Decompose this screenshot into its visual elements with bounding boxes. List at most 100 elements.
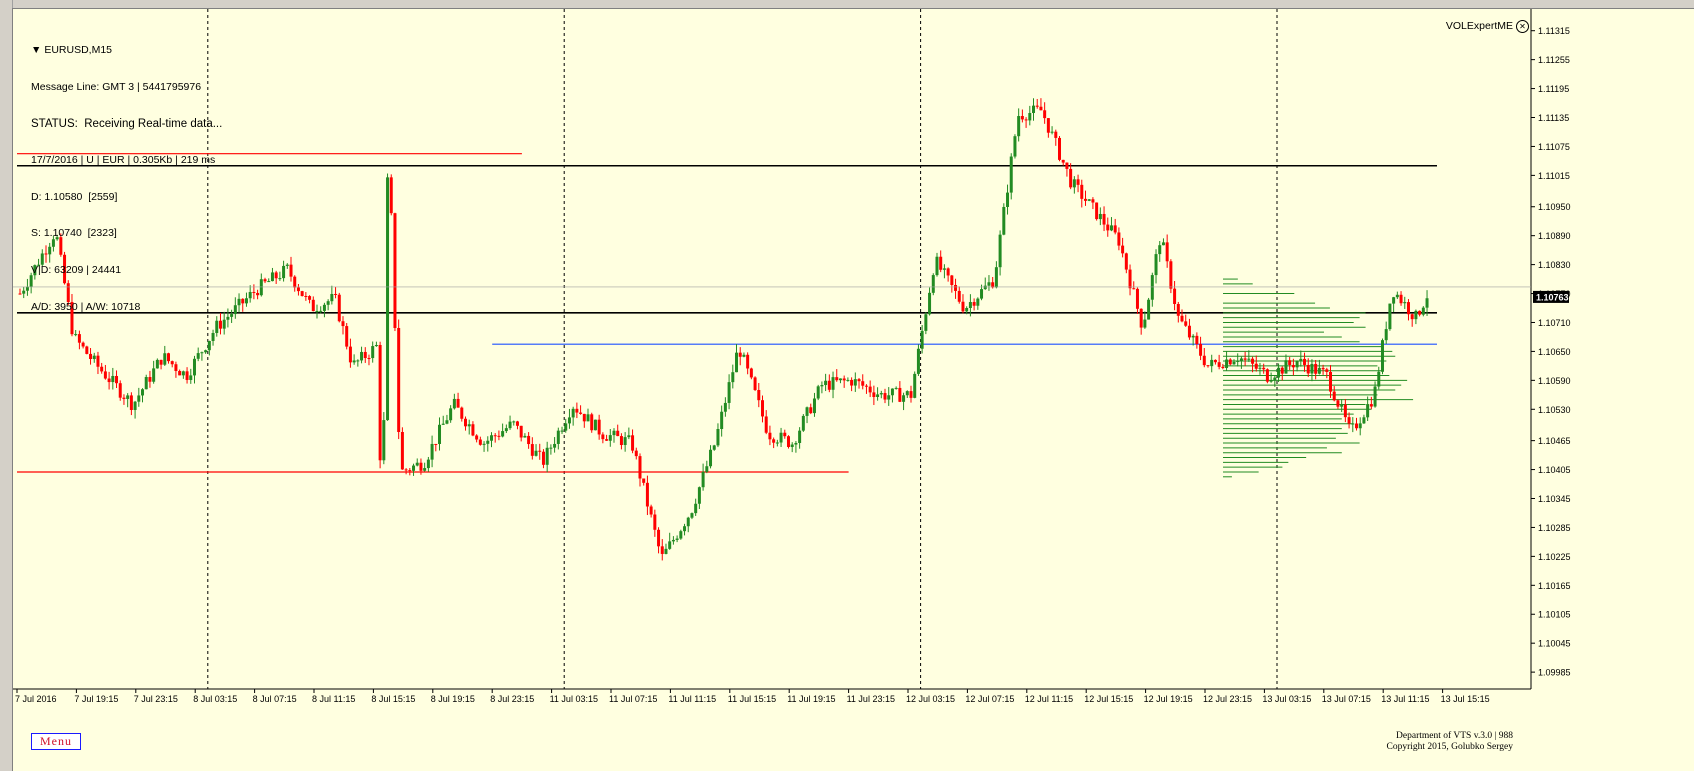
candle-185 xyxy=(705,460,709,474)
candle-294 xyxy=(1109,217,1113,232)
candle-132 xyxy=(508,415,512,430)
candle-body xyxy=(386,177,390,421)
candle-320 xyxy=(1206,365,1210,368)
candle-244 xyxy=(924,312,928,335)
candle-body xyxy=(664,548,668,554)
candle-355 xyxy=(1336,399,1340,410)
candle-211 xyxy=(801,414,805,432)
candle-328 xyxy=(1236,353,1240,367)
candle-332 xyxy=(1251,356,1255,373)
candle-344 xyxy=(1295,360,1299,372)
candle-195 xyxy=(742,352,746,358)
candle-body xyxy=(1414,310,1418,320)
candle-43 xyxy=(178,369,182,376)
candle-body xyxy=(1124,253,1128,270)
candle-body xyxy=(827,380,831,390)
candle-170 xyxy=(649,504,653,518)
candle-body xyxy=(545,447,549,465)
candle-body xyxy=(1083,198,1087,201)
candle-269 xyxy=(1017,108,1021,142)
candle-body xyxy=(820,385,824,387)
candle-body xyxy=(148,377,152,382)
candle-body xyxy=(1195,335,1199,344)
time-tick-label-21: 13 Jul 03:15 xyxy=(1262,694,1311,704)
candle-body xyxy=(1358,423,1362,429)
candle-body xyxy=(846,379,850,381)
close-circle-icon[interactable]: ✕ xyxy=(1516,20,1529,33)
candle-241 xyxy=(913,371,917,399)
menu-button[interactable]: Menu xyxy=(31,733,81,750)
price-tick-label-22: 1.09985 xyxy=(1538,668,1571,678)
candle-102 xyxy=(397,319,401,440)
chart-window[interactable]: 1.11315 1.11255 1.11195 1.11135 1.11075 1.110… xyxy=(12,8,1694,771)
candle-body xyxy=(857,379,861,382)
candle-body xyxy=(85,346,89,354)
candle-268 xyxy=(1013,134,1017,159)
candle-body xyxy=(1013,136,1017,157)
candle-284 xyxy=(1072,176,1076,194)
candle-body xyxy=(96,355,100,367)
candle-body xyxy=(207,340,211,351)
candle-349 xyxy=(1314,359,1318,380)
candle-252 xyxy=(954,278,958,299)
candle-197 xyxy=(749,367,753,380)
candle-body xyxy=(950,275,954,285)
price-tick-label-10: 1.10710 xyxy=(1538,318,1571,328)
candle-body xyxy=(308,296,312,300)
candle-body xyxy=(252,291,256,293)
candle-body xyxy=(270,272,274,282)
candle-body xyxy=(244,298,248,304)
price-tick-label-19: 1.10165 xyxy=(1538,581,1571,591)
candle-body xyxy=(103,371,107,379)
candle-145 xyxy=(556,427,560,450)
candle-body xyxy=(1050,131,1054,133)
price-tick-label-14: 1.10465 xyxy=(1538,436,1571,446)
candlestick-chart[interactable]: 1.11315 1.11255 1.11195 1.11135 1.11075 1.110… xyxy=(13,9,1694,771)
candle-body xyxy=(983,285,987,290)
candle-body xyxy=(1009,156,1013,193)
candle-138 xyxy=(530,437,534,460)
candle-70 xyxy=(278,271,282,281)
candle-84 xyxy=(330,285,334,305)
collapse-triangle-icon[interactable]: ▼ xyxy=(31,44,44,56)
candle-body xyxy=(534,450,538,456)
candle-body xyxy=(1228,359,1232,365)
candle-body xyxy=(1321,367,1325,370)
candle-body xyxy=(634,450,638,457)
candle-193 xyxy=(735,344,739,373)
date-line: 17/7/2016 | U | EUR | 0.305Kb | 219 ms xyxy=(31,154,216,167)
candle-body xyxy=(976,298,980,306)
time-tick-label-4: 8 Jul 07:15 xyxy=(253,694,297,704)
candle-2 xyxy=(25,278,29,296)
candle-body xyxy=(801,415,805,431)
candle-body xyxy=(968,302,972,309)
candle-321 xyxy=(1210,354,1214,373)
candle-223 xyxy=(846,377,850,382)
candle-body xyxy=(660,546,664,554)
candle-body xyxy=(1295,361,1299,368)
candle-body xyxy=(1310,363,1314,374)
candle-212 xyxy=(805,406,809,424)
candle-body xyxy=(946,268,950,276)
candle-72 xyxy=(285,263,289,269)
candle-body xyxy=(1332,391,1336,401)
candle-113 xyxy=(438,417,442,451)
candle-body xyxy=(464,418,467,427)
candle-body xyxy=(590,414,594,431)
candle-body xyxy=(1135,288,1139,309)
candle-50 xyxy=(204,349,208,354)
candle-350 xyxy=(1317,359,1321,375)
candle-194 xyxy=(738,347,742,366)
candle-123 xyxy=(475,434,479,443)
candle-222 xyxy=(842,375,846,388)
candle-179 xyxy=(683,523,687,536)
candle-326 xyxy=(1228,358,1232,366)
candle-body xyxy=(144,377,148,390)
candle-253 xyxy=(957,286,961,304)
candle-133 xyxy=(512,420,516,426)
candle-228 xyxy=(864,384,868,394)
candle-60 xyxy=(241,298,245,312)
candle-body xyxy=(1377,371,1381,387)
candle-body xyxy=(564,423,568,431)
candle-362 xyxy=(1362,414,1366,424)
